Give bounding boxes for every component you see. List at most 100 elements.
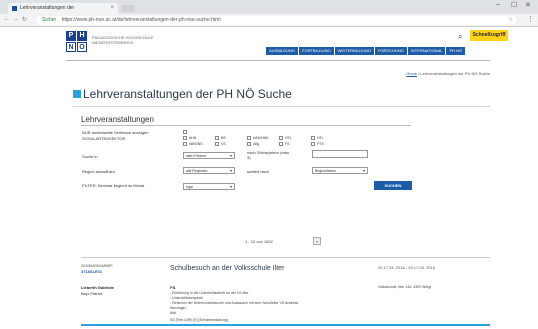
nav-forschung[interactable]: FORSCHUNG [374, 47, 407, 55]
section-title: Lehrveranstaltungen [81, 115, 154, 124]
region-select[interactable]: alle Regionen ▾ [183, 167, 235, 174]
address-bar: ← → ↻ Sicher https://www.ph-noe.ac.at/de… [0, 14, 538, 27]
label-region: Region auswählen [82, 169, 115, 174]
chevron-down-icon: ▾ [362, 168, 365, 173]
event-desc-line: - Einführung in die Unterrichtsarbeit an… [170, 291, 249, 295]
schulart-label: HTL [285, 136, 292, 140]
schulart-checkbox[interactable] [311, 136, 315, 140]
nav-ph-noe[interactable]: PH NÖ [446, 47, 466, 55]
label-sortiert: sortiert nach [247, 169, 270, 174]
ph-noe-logo[interactable]: P H N Ö [66, 31, 88, 53]
event-code-label: SEMINARNUMMER [81, 264, 113, 268]
schulart-label: HTL [317, 136, 324, 140]
landesweit-checkbox[interactable] [183, 130, 187, 134]
event-code-link[interactable]: 3718SLE01 [81, 269, 102, 274]
logo-letter: H [77, 31, 87, 41]
suchen-button[interactable]: SUCHEN [374, 181, 412, 190]
sortiert-select[interactable]: Beginndatum ▾ [312, 167, 368, 174]
forward-icon[interactable]: → [13, 16, 19, 22]
favicon-icon [12, 6, 17, 11]
breadcrumb-current: / Lehrveranstaltungen der PH NÖ Suche [418, 71, 490, 76]
search-icon[interactable]: ⌕ [458, 32, 467, 41]
browser-tab[interactable]: Lehrveranstaltungen der × [8, 3, 118, 14]
suche-select[interactable]: allen Feldern ▾ [183, 152, 235, 159]
logo-text-line2: NIEDERÖSTERREICH [92, 40, 134, 45]
filter-select-value: egal [186, 185, 193, 189]
breadcrumb-home-link[interactable]: Home [406, 71, 417, 76]
maximize-button[interactable]: ☐ [511, 1, 517, 9]
pager-next-button[interactable]: » [313, 237, 321, 245]
schulart-label: PTS [317, 142, 324, 146]
tab-close-icon[interactable]: × [110, 3, 114, 14]
schulart-label: NMS/NS [189, 142, 203, 146]
schulart-checkbox[interactable] [279, 136, 283, 140]
chevron-down-icon: ▾ [229, 153, 232, 158]
browser-menu-icon[interactable]: ⋮ [527, 15, 534, 23]
reload-icon[interactable]: ↻ [22, 16, 27, 23]
sortiert-select-value: Beginndatum [315, 169, 336, 173]
event-desc-line: - Reflexion der Unterrichtsbesuche und A… [170, 301, 299, 305]
results-divider [81, 257, 490, 258]
schulart-label: HAK/HAS [253, 136, 269, 140]
stichwort-input[interactable] [312, 150, 368, 158]
header-divider [66, 60, 490, 61]
browser-tabbar: Lehrveranstaltungen der × – ☐ ✕ [0, 0, 538, 14]
event-title[interactable]: Schulbesuch an der Volksschule Ilter [170, 265, 284, 272]
event-desc-head: PÄ [170, 285, 176, 290]
event-person: Lieberth Gabriele [81, 285, 114, 290]
event-desc-line: Wurzinger [170, 306, 186, 310]
bookmark-star-icon[interactable]: ☆ [508, 16, 513, 23]
minimize-button[interactable]: – [496, 1, 500, 8]
schulart-label: BS [221, 136, 226, 140]
new-tab-button[interactable] [121, 5, 135, 12]
url-text: https://www.ph-noe.ac.at/de/lehrveransta… [61, 17, 221, 23]
main-nav: AUSBILDUNG FORTBILDUNG WEITERBILDUNG FOR… [265, 47, 466, 55]
logo-letter: Ö [77, 42, 87, 52]
pager-text: 1 - 10 von 1602 [245, 239, 273, 244]
schulart-checkbox[interactable] [215, 142, 219, 146]
nav-ausbildung[interactable]: AUSBILDUNG [266, 47, 299, 55]
filter-select[interactable]: egal ▾ [183, 183, 235, 190]
logo-text: PÄDAGOGISCHE HOCHSCHULE NIEDERÖSTERREICH [92, 35, 182, 45]
event-desc-line: - Unterrichtsbeispiele [170, 296, 203, 300]
search-form: NUR landesweite Seminare anzeigen SCHULA… [82, 130, 412, 214]
page: P H N Ö PÄDAGOGISCHE HOCHSCHULE NIEDERÖS… [0, 27, 538, 329]
nav-weiterbildung[interactable]: WEITERBILDUNG [334, 47, 374, 55]
region-select-value: alle Regionen [186, 169, 208, 173]
logo-letter: N [66, 42, 76, 52]
event-bottom-bar [81, 324, 490, 326]
title-marker [73, 90, 81, 98]
breadcrumb: Home / Lehrveranstaltungen der PH NÖ Suc… [360, 71, 490, 76]
schulart-label: Allg. [253, 142, 260, 146]
title-divider [73, 106, 490, 107]
close-window-button[interactable]: ✕ [525, 1, 531, 9]
schulart-label: VS [221, 142, 226, 146]
logo-letter: P [66, 31, 76, 41]
chevron-down-icon: ▾ [229, 168, 232, 173]
schulart-checkbox[interactable] [279, 142, 283, 146]
event-desc-line: ### [170, 311, 176, 315]
label-suche: Suche in [82, 154, 98, 159]
schulart-checkbox[interactable] [183, 142, 187, 146]
chevron-down-icon: ▾ [229, 184, 232, 189]
schulart-checkbox[interactable] [215, 136, 219, 140]
schulart-checkbox[interactable] [247, 136, 251, 140]
schnellzugriff-button[interactable]: Schnellzugriff [470, 30, 508, 41]
security-label: Sicher [42, 17, 57, 23]
back-icon[interactable]: ← [4, 16, 10, 22]
event-type: SS (Tele-LBR) [E] [Schulentwicklung] [170, 318, 228, 322]
section-divider [81, 125, 411, 126]
schulart-checkbox[interactable] [183, 136, 187, 140]
suche-select-value: allen Feldern [186, 154, 207, 158]
schulart-checkbox[interactable] [247, 142, 251, 146]
nav-international[interactable]: INTERNATIONAL [407, 47, 446, 55]
schulart-checkbox[interactable] [311, 142, 315, 146]
label-landesweit: NUR landesweite Seminare anzeigen [82, 130, 149, 135]
tab-title: Lehrveranstaltungen der [20, 5, 75, 11]
url-input[interactable]: Sicher https://www.ph-noe.ac.at/de/lehrv… [36, 16, 516, 25]
event-person: Bayr Patrick [81, 291, 103, 296]
schulart-label: AHS [189, 136, 197, 140]
label-filter: FILTER: Seminar beginnt im Monat [82, 183, 145, 188]
nav-fortbildung[interactable]: FORTBILDUNG [299, 47, 334, 55]
schulart-label: FS [285, 142, 290, 146]
